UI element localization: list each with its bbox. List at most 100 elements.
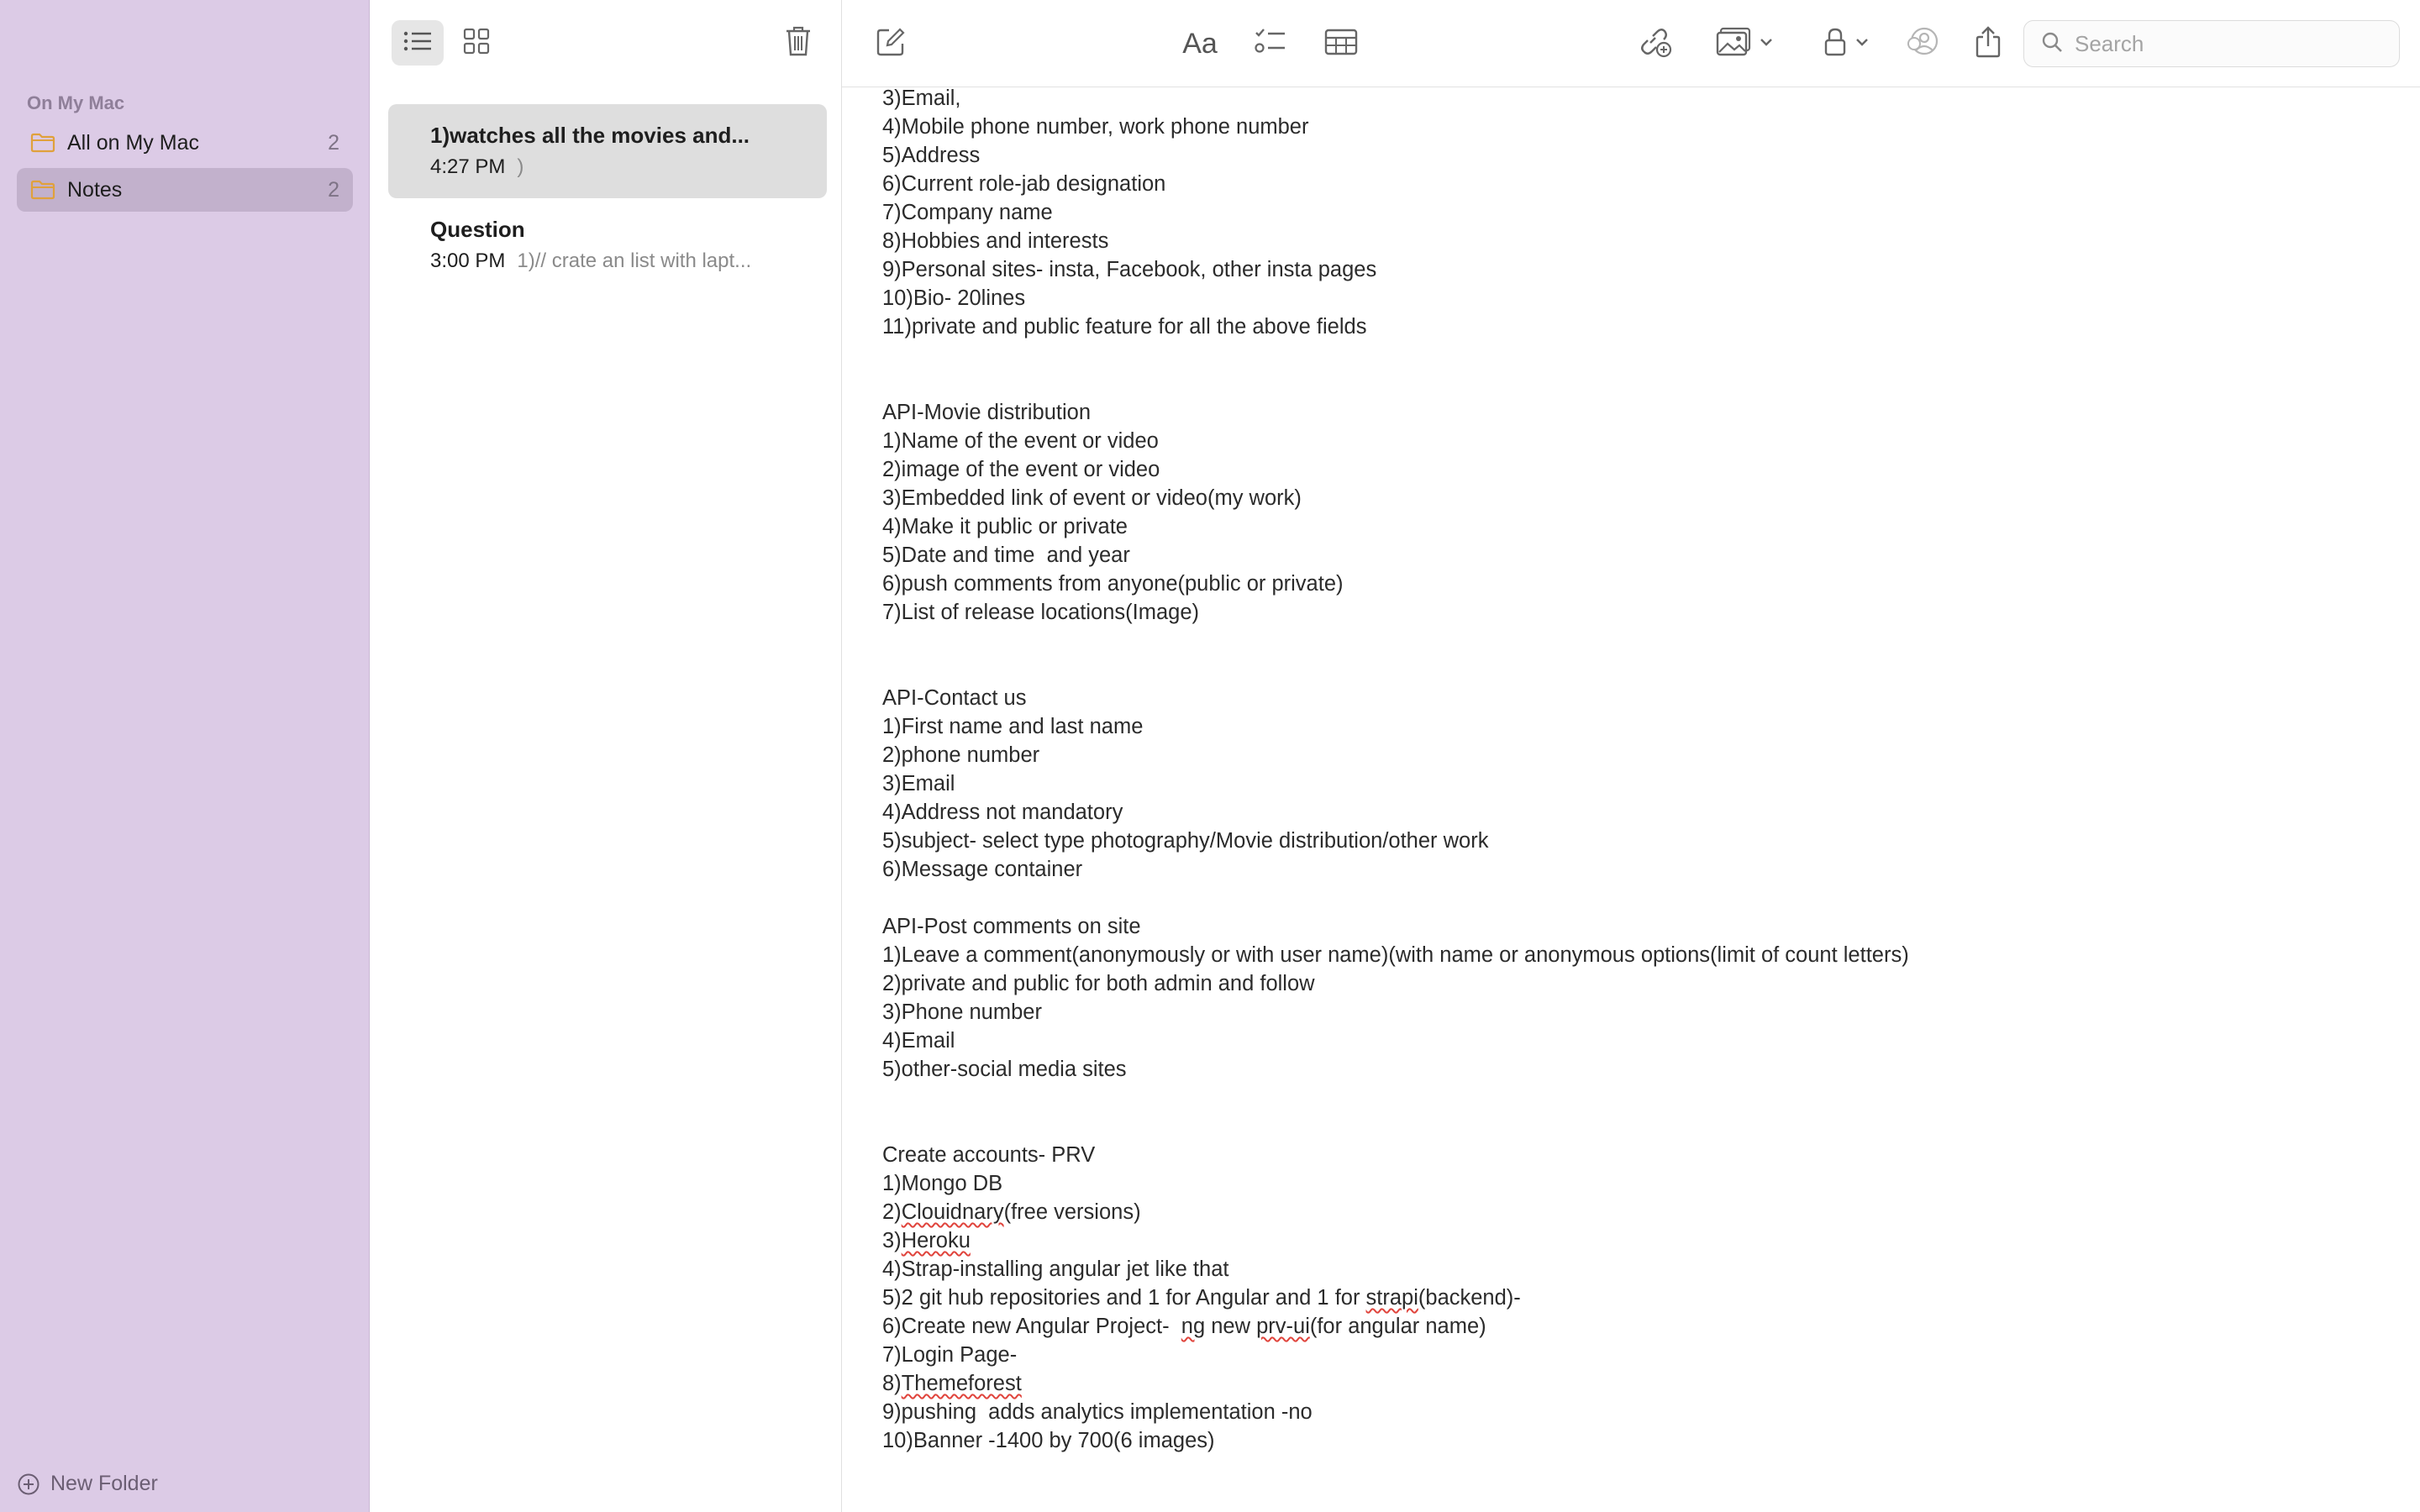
note-line: 8)Hobbies and interests	[882, 229, 1109, 253]
sidebar: On My Mac All on My Mac 2 Notes 2 New Fo…	[0, 0, 370, 1512]
note-line	[882, 341, 2395, 370]
delete-button[interactable]	[773, 20, 823, 66]
note-text: 2)	[882, 1200, 902, 1224]
table-button[interactable]	[1323, 22, 1360, 66]
note-text: 5)2 git hub repositories and 1 for Angul…	[882, 1286, 1366, 1310]
sidebar-item-notes[interactable]: Notes 2	[17, 168, 353, 212]
sidebar-item-count: 2	[328, 130, 339, 155]
note-time: 4:27 PM	[430, 155, 506, 178]
note-line: 4)Address not mandatory	[882, 801, 1123, 824]
format-button[interactable]: Aa	[1178, 22, 1222, 66]
note-preview: )	[517, 155, 524, 178]
note-line: 3)Heroku	[882, 1226, 2395, 1255]
note-line: 8)Themeforest	[882, 1369, 2395, 1398]
note-line: 2)private and public for both admin and …	[882, 972, 1315, 995]
list-view-icon	[402, 29, 433, 57]
note-line: 5)Date and time and year	[882, 543, 1130, 567]
note-line: 9)Personal sites- insta, Facebook, other…	[882, 258, 1377, 281]
note-line: 11)private and public feature for all th…	[882, 315, 1367, 339]
misspelled-word: ng	[1181, 1315, 1206, 1338]
sidebar-item-count: 2	[328, 177, 339, 202]
folder-icon	[30, 179, 59, 201]
new-folder-button[interactable]: New Folder	[17, 1472, 158, 1496]
note-line: 2)image of the event or video	[882, 458, 1160, 481]
note-line	[882, 655, 2395, 684]
note-line	[882, 1112, 2395, 1141]
note-line: 5)other-social media sites	[882, 1058, 1127, 1081]
note-title: 1)watches all the movies and...	[430, 123, 750, 148]
note-line: 3)Phone number	[882, 1000, 1042, 1024]
note-line	[882, 370, 2395, 398]
note-line: 1)Mongo DB	[882, 1172, 1003, 1195]
share-icon	[1975, 25, 2002, 63]
note-text: 6)Create new Angular Project-	[882, 1315, 1181, 1338]
note-title: Question	[430, 217, 525, 242]
note-line: 1)First name and last name	[882, 715, 1144, 738]
media-icon	[1716, 27, 1753, 61]
lock-icon	[1823, 27, 1847, 61]
list-view-button[interactable]	[392, 20, 444, 66]
note-list-item[interactable]: 1)watches all the movies and... 4:27 PM)	[388, 104, 827, 198]
compose-button[interactable]	[872, 22, 909, 66]
note-line: 3)Embedded link of event or video(my wor…	[882, 486, 1302, 510]
chevron-down-icon	[1855, 36, 1869, 51]
search-field[interactable]	[2023, 20, 2400, 67]
note-line: 4)Email	[882, 1029, 955, 1053]
note-text: new	[1205, 1315, 1257, 1338]
note-text: 8)	[882, 1372, 902, 1395]
note-line: API-Movie distribution	[882, 401, 1092, 424]
gallery-view-button[interactable]	[450, 20, 502, 66]
note-line: 7)Login Page-	[882, 1343, 1018, 1367]
note-meta: 4:27 PM)	[430, 155, 800, 179]
note-line	[882, 1084, 2395, 1112]
note-line: 1)Name of the event or video	[882, 429, 1159, 453]
note-list: 1)watches all the movies and... 4:27 PM)…	[370, 0, 842, 1512]
share-person-button[interactable]	[1904, 22, 1941, 66]
note-line: 5)2 git hub repositories and 1 for Angul…	[882, 1284, 2395, 1312]
note-list-toolbar	[370, 0, 841, 87]
sidebar-item-all-on-my-mac[interactable]: All on My Mac 2	[17, 121, 353, 165]
format-text-icon: Aa	[1182, 27, 1218, 60]
media-button[interactable]	[1711, 22, 1778, 66]
note-line: 5)Address	[882, 144, 981, 167]
note-line: 6)Message container	[882, 858, 1083, 881]
misspelled-word: strapi	[1365, 1286, 1418, 1310]
note-line: 10)Bio- 20lines	[882, 286, 1026, 310]
note-line: 10)Banner -1400 by 700(6 images)	[882, 1429, 1215, 1452]
table-icon	[1324, 29, 1358, 60]
note-body[interactable]: 3)Email, 4)Mobile phone number, work phon…	[882, 84, 2395, 1455]
search-input[interactable]	[2073, 29, 2379, 58]
collaborate-icon	[1639, 26, 1672, 62]
note-line: 1)Leave a comment(anonymously or with us…	[882, 943, 1909, 967]
note-line	[882, 884, 2395, 912]
note-line: 6)Current role-jab designation	[882, 172, 1166, 196]
misspelled-word: Heroku	[901, 1229, 971, 1252]
note-editor[interactable]: Aa Search 3)Email, 4)Mobile phone number…	[842, 0, 2420, 1512]
lock-button[interactable]	[1817, 22, 1876, 66]
share-button[interactable]	[1970, 22, 2007, 66]
note-time: 3:00 PM	[430, 249, 506, 272]
sidebar-item-label: Notes	[67, 177, 123, 202]
note-list-item[interactable]: Question 3:00 PM 1)// crate an list with …	[388, 198, 827, 292]
plus-circle-icon	[17, 1473, 40, 1496]
gallery-view-icon	[463, 28, 490, 59]
collaborate-button[interactable]	[1637, 22, 1674, 66]
folder-icon	[30, 132, 59, 154]
note-line: 2)phone number	[882, 743, 1040, 767]
sidebar-section-label: On My Mac	[27, 92, 125, 113]
note-line: 2)Clouidnary(free versions)	[882, 1198, 2395, 1226]
note-line: 5)subject- select type photography/Movie…	[882, 829, 1489, 853]
note-line: 7)List of release locations(Image)	[882, 601, 1200, 624]
trash-icon	[785, 25, 812, 61]
misspelled-word: Clouidnary	[901, 1200, 1004, 1224]
checklist-button[interactable]	[1252, 22, 1289, 66]
sidebar-item-label: All on My Mac	[67, 130, 199, 155]
editor-toolbar: Aa	[842, 0, 2420, 87]
new-folder-label: New Folder	[50, 1472, 158, 1495]
note-line: API-Contact us	[882, 686, 1027, 710]
note-line	[882, 627, 2395, 655]
note-text: (free versions)	[1003, 1200, 1141, 1224]
note-preview: 1)// crate an list with lapt...	[517, 249, 752, 272]
misspelled-word: Themeforest	[901, 1372, 1022, 1395]
note-line: 4)Strap-installing angular jet like that	[882, 1257, 1229, 1281]
